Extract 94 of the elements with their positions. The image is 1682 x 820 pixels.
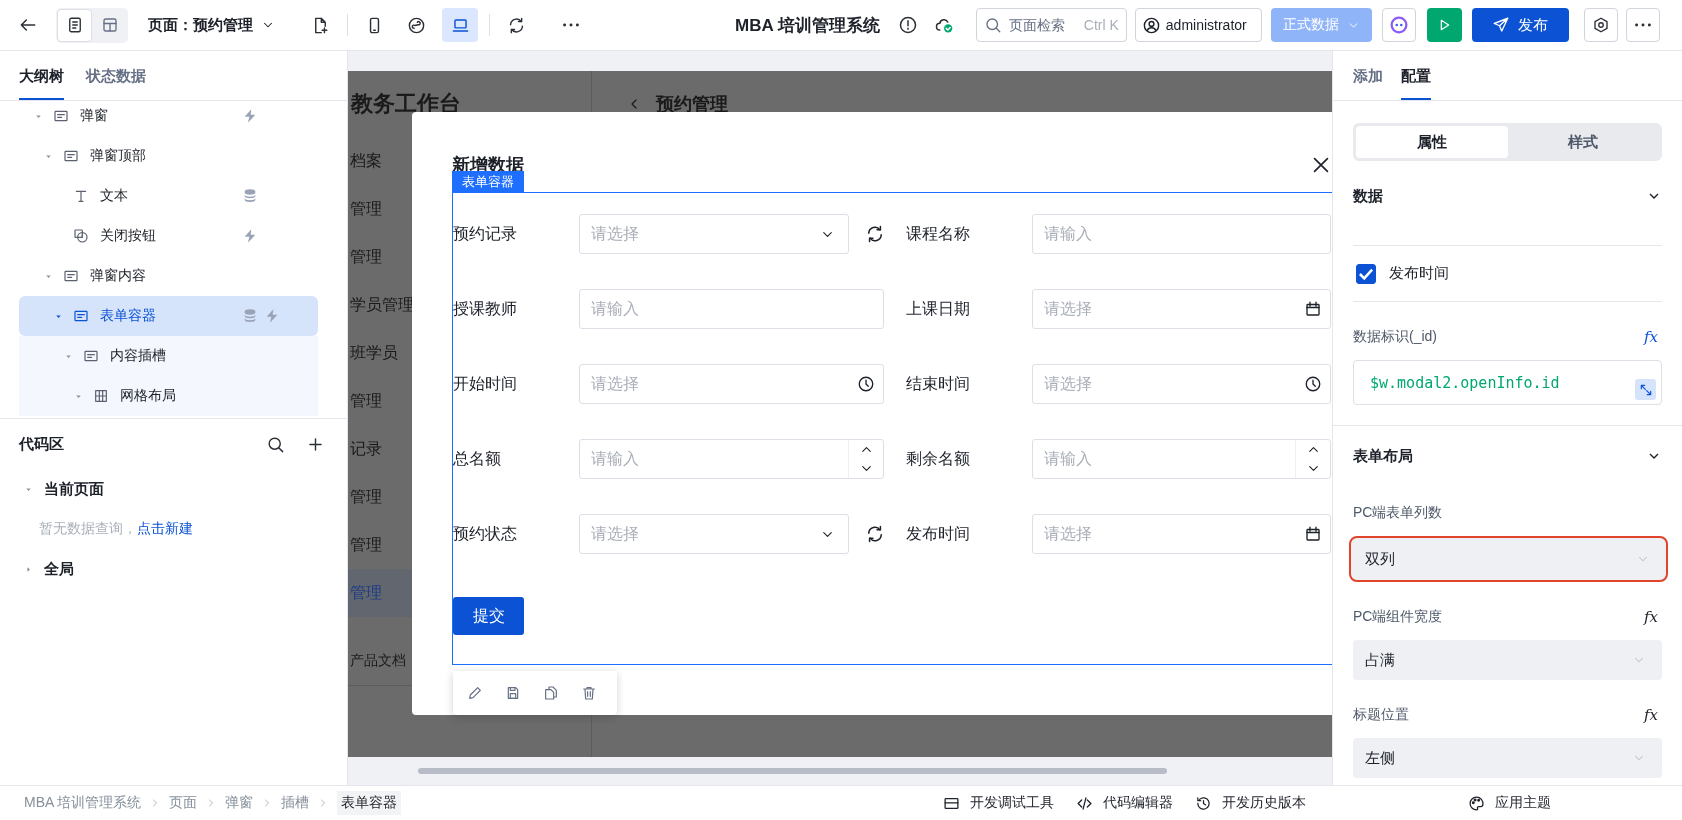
theme-button[interactable]: 应用主题 [1468,794,1551,812]
refresh-icon [865,224,885,244]
send-icon [1492,16,1511,34]
checkbox[interactable] [1356,263,1376,284]
tool-button[interactable]: 代码编辑器 [1076,794,1173,812]
field-label: 发布时间 [906,523,971,544]
segment-tab[interactable]: 属性 [1356,126,1508,158]
info-icon [897,15,918,35]
number-field[interactable]: 请输入 [579,439,884,479]
code-group[interactable]: 全局 [0,549,347,589]
publish-button[interactable]: 发布 [1471,8,1569,42]
tool-button[interactable]: 开发调试工具 [943,794,1054,812]
select-field[interactable]: 双列 [1349,536,1668,582]
tool-button[interactable]: 开发历史版本 [1195,794,1306,812]
text-field[interactable]: 请输入 [1032,214,1331,254]
palette-icon [1468,794,1485,812]
scrollbar-thumb[interactable] [418,768,1167,774]
field-label: 授课教师 [453,298,518,319]
date-field[interactable]: 请选择 [1032,514,1331,554]
tree-item[interactable]: 网格布局 [19,376,318,416]
tree-item[interactable]: 表单容器 [19,296,318,336]
user-icon [1141,15,1161,35]
field-label: 开始时间 [453,373,518,394]
tree-item[interactable]: 弹窗内容 [19,256,318,296]
select-field[interactable]: 请选择 [579,214,849,254]
panel-tab[interactable]: 状态数据 [86,51,146,100]
property-label: PC端组件宽度 [1353,608,1443,626]
segment-tab[interactable]: 样式 [1507,126,1659,158]
more-icon [563,23,579,27]
assistant-button[interactable] [1381,8,1416,42]
empty-message: 暂无数据查询，点击新建 [38,519,194,540]
user-button[interactable]: administrator [1134,8,1262,42]
panel-tab[interactable]: 添加 [1353,51,1383,100]
number-field[interactable]: 请输入 [1032,439,1331,479]
search-icon [983,16,1002,34]
section-title: 代码区 [19,434,64,454]
save-icon [505,685,521,701]
tree-item[interactable]: 文本 [19,176,318,216]
field-label: 上课日期 [906,298,971,319]
clock-icon [857,375,875,393]
pencil-icon [467,685,483,701]
field-label: 结束时间 [906,373,971,394]
panel-tab[interactable]: 配置 [1401,51,1431,100]
time-field[interactable]: 请选择 [579,364,884,404]
submit-button[interactable]: 提交 [453,597,524,635]
breadcrumb-item[interactable]: 弹窗 [225,794,254,812]
trash-icon [581,685,597,701]
section-header[interactable]: 表单布局 [1333,425,1682,478]
field-label: 总名额 [453,448,502,469]
field-label: 预约记录 [453,223,518,244]
preview-button[interactable] [1426,8,1462,42]
field-label: 剩余名额 [906,448,971,469]
refresh-icon [865,524,885,544]
select-field[interactable]: 左侧 [1353,738,1662,778]
formula-button[interactable]: fx [1644,328,1662,346]
property-label: 数据标识(_id) [1353,328,1437,346]
component-tag: 表单容器 [452,171,524,192]
code-group[interactable]: 当前页面 [0,469,347,509]
caret-icon[interactable] [24,564,33,574]
field-label: 课程名称 [906,223,971,244]
check-icon [1359,267,1373,280]
calendar-icon [1304,300,1322,318]
time-field[interactable]: 请选择 [1032,364,1331,404]
clock-icon [1304,375,1322,393]
select-field[interactable]: 占满 [1353,640,1662,680]
app-title: MBA 培训管理系统 [735,14,880,37]
shortcut-hint: Ctrl K [1083,17,1119,33]
view-mode-button[interactable] [57,8,92,42]
select-field[interactable]: 请选择 [579,514,849,554]
section-header[interactable]: 数据 [1353,177,1662,215]
tree-item[interactable]: 弹窗顶部 [19,136,318,176]
copy-icon [543,685,559,701]
search-icon [265,434,285,454]
breadcrumb-item[interactable]: 表单容器 [337,791,402,815]
more-icon [1634,23,1651,27]
settings-button[interactable] [1583,8,1618,42]
formula-button[interactable]: fx [1644,608,1662,626]
text-field[interactable]: 请输入 [579,289,884,329]
settings-icon [1591,16,1610,34]
tree-item[interactable]: 弹窗 [19,101,318,136]
panel-tab[interactable]: 大纲树 [19,51,64,100]
tree-item[interactable]: 关闭按钮 [19,216,318,256]
date-field[interactable]: 请选择 [1032,289,1331,329]
page-selector[interactable]: 页面：预约管理 [148,15,275,35]
property-label: 标题位置 [1353,706,1409,724]
formula-button[interactable]: fx [1644,706,1662,724]
checkbox-row[interactable]: 发布时间 [1353,246,1662,302]
expand-button[interactable] [1635,379,1656,400]
property-label: PC端表单列数 [1353,504,1443,522]
calendar-icon [1304,525,1322,543]
create-link[interactable]: 点击新建 [137,520,193,538]
page-title: 预约管理 [656,93,728,116]
tree-item[interactable]: 内容插槽 [19,336,318,376]
field-label: 预约状态 [453,523,518,544]
